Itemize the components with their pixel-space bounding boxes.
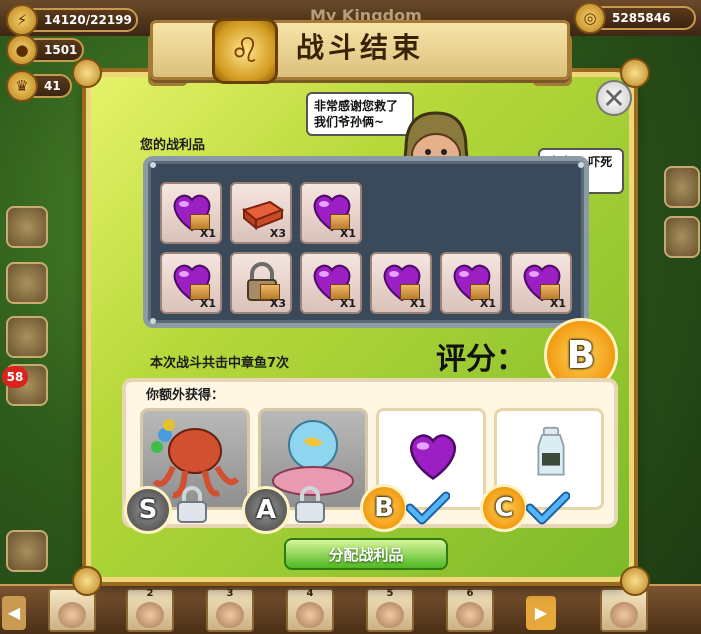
lock-icon [295,486,325,523]
friend-avatar [136,602,164,628]
crown-icon: ♛ [6,70,38,102]
treasure-icon[interactable] [664,216,700,258]
level-counter: ♛ 41 [6,70,72,102]
extra-rewards-label: 你额外获得： [146,388,225,403]
score-label: 评分： [436,342,526,377]
loot-slot[interactable]: X1 [160,252,222,314]
loot-slot[interactable]: X1 [510,252,572,314]
loot-slot[interactable]: X1 [300,252,362,314]
loot-quantity: X3 [269,297,286,310]
check-icon [526,491,570,525]
loot-slot[interactable]: X1 [160,182,222,244]
friend-avatar [58,602,86,628]
loot-slot[interactable]: X3 [230,182,292,244]
panel-rivet [578,162,584,168]
friend-bar-prev-button[interactable]: ◀ [2,596,26,630]
quest-scroll-icon[interactable] [6,206,48,248]
inventory-icon[interactable] [6,316,48,358]
loot-quantity: X1 [339,227,356,240]
anvil-icon[interactable] [6,530,48,572]
loot-slot[interactable]: X3 [230,252,292,314]
build-icon[interactable] [6,262,48,304]
loot-quantity: X1 [409,297,426,310]
check-icon [406,491,450,525]
gift-count-badge: 58 [2,366,28,388]
lion-crest-icon: ♌ [212,18,278,84]
friend-avatar [216,602,244,628]
friend-slot[interactable]: 2 [126,588,174,632]
loot-quantity: X1 [339,297,356,310]
loot-quantity: X1 [549,297,566,310]
friend-bar-next-button[interactable]: ▶ [526,596,556,630]
friend-slot[interactable]: 4 [286,588,334,632]
friend-slot[interactable]: 6 [446,588,494,632]
friend-avatar [456,602,484,628]
shop-icon[interactable] [664,166,700,208]
loot-quantity: X1 [199,297,216,310]
friend-slot[interactable]: 3 [206,588,254,632]
dialog-corner-ornament [72,58,102,88]
loot-slot[interactable]: X1 [440,252,502,314]
friend-avatar [376,602,404,628]
coin-counter: ● 1501 [6,34,84,66]
gold-icon: ◎ [574,2,606,34]
hit-count-text: 本次战斗共击中章鱼7次 [150,356,290,371]
grade-badge-b: B [360,484,408,532]
distribute-loot-button[interactable]: 分配战利品 [284,538,448,570]
coin-icon: ● [6,34,38,66]
dialog-corner-ornament [72,566,102,596]
close-button[interactable]: ✕ [596,80,632,116]
energy-icon: ⚡ [6,4,38,36]
loot-slot[interactable]: X1 [300,182,362,244]
grade-badge-c: C [480,484,528,532]
dialog-corner-ornament [620,566,650,596]
milk-bottle-icon [537,426,565,476]
lock-icon [177,486,207,523]
red-brick-icon [241,200,284,231]
gold-counter: ◎ 5285846 [574,2,696,34]
panel-rivet [150,162,156,168]
friend-slot[interactable]: 5 [366,588,414,632]
panel-rivet [150,318,156,324]
energy-counter: ⚡ 14120/22199 [6,4,138,36]
friend-bar [0,584,701,634]
purple-heart-icon [410,434,456,481]
loot-quantity: X1 [199,227,216,240]
loot-quantity: X3 [269,227,286,240]
grade-badge-s: S [124,486,172,534]
loot-label: 您的战利品 [140,138,206,153]
grade-badge-a: A [242,486,290,534]
loot-slot[interactable]: X1 [370,252,432,314]
friend-avatar [610,602,638,628]
loot-quantity: X1 [479,297,496,310]
friend-avatar [296,602,324,628]
